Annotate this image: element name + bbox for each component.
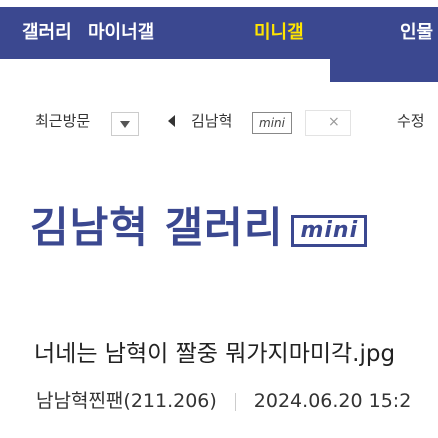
meta-divider	[234, 392, 236, 411]
post-author[interactable]: 남남혁찐팬(211.206)	[36, 390, 217, 412]
chevron-down-icon	[120, 120, 130, 128]
close-icon[interactable]: ×	[328, 114, 340, 130]
gallery-toolbar: 최근방문 김남혁 mini × 수정	[0, 84, 438, 174]
current-gallery-link[interactable]: 김남혁	[191, 110, 232, 131]
post-date: 2024.06.20 15:2	[253, 390, 412, 412]
nav-mygallery-link[interactable]: 마이너갤	[88, 7, 154, 59]
nav-minigallery-link[interactable]: 미니갤	[254, 7, 304, 59]
recent-visits-label[interactable]: 최근방문	[35, 110, 90, 131]
prev-arrow-icon[interactable]	[168, 115, 175, 127]
gallery-mini-tag: mini	[291, 214, 368, 247]
top-navigation: 갤러리 마이너갤 미니갤 인물	[0, 0, 438, 82]
post-title: 너네는 남혁이 짤중 뭐가지마미각.jpg	[34, 341, 396, 367]
edit-link[interactable]: 수정	[397, 110, 425, 131]
gallery-title-text: 김남혁 갤러리	[30, 203, 284, 252]
recent-visits-dropdown[interactable]	[111, 112, 139, 136]
nav-popular-link[interactable]: 인물	[400, 7, 433, 59]
nav-gallery-link[interactable]: 갤러리	[22, 7, 72, 59]
mini-badge: mini	[252, 112, 292, 134]
post-meta: 남남혁찐팬(211.206) 2024.06.20 15:2	[36, 386, 411, 413]
gallery-title[interactable]: 김남혁 갤러리 mini	[30, 194, 368, 255]
